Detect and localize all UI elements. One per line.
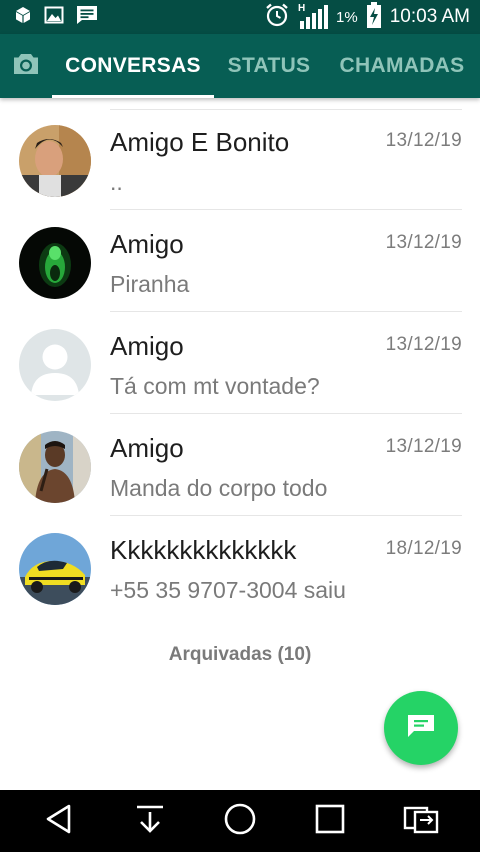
avatar[interactable]: [19, 227, 91, 299]
dual-window-icon: [401, 804, 441, 839]
message-icon: [406, 713, 436, 744]
tab-conversas[interactable]: CONVERSAS: [52, 34, 214, 98]
chat-preview: +55 35 9707-3004 saiu: [110, 577, 346, 603]
chat-date: 13/12/19: [385, 130, 462, 151]
chat-date: 13/12/19: [385, 436, 462, 457]
battery-percent: 1%: [336, 8, 358, 26]
chat-name: Amigo: [110, 331, 184, 361]
chat-row[interactable]: Amigo 13/12/19 Tá com mt vontade?: [0, 312, 480, 414]
chat-row[interactable]: Amigo 13/12/19 Piranha: [0, 210, 480, 312]
new-chat-button[interactable]: [384, 691, 458, 765]
clock-time: 10:03 AM: [389, 6, 470, 27]
chat-name: Amigo: [110, 229, 184, 259]
recent-apps-button[interactable]: [300, 790, 360, 852]
chat-preview: Tá com mt vontade?: [110, 373, 320, 399]
chat-preview: ..: [110, 169, 123, 195]
camera-icon: [12, 52, 40, 81]
chat-name: Amigo E Bonito: [110, 127, 290, 157]
home-circle-icon: [223, 802, 257, 841]
signal-icon: H: [298, 3, 329, 29]
chat-name: Kkkkkkkkkkkkkk: [110, 535, 297, 565]
back-triangle-icon: [43, 803, 75, 840]
battery-charging-icon: [366, 1, 382, 33]
avatar[interactable]: [19, 125, 91, 197]
notification-pull-button[interactable]: [120, 790, 180, 852]
chat-name: Amigo: [110, 433, 184, 463]
gallery-icon: [44, 6, 64, 29]
chat-row[interactable]: Amigo 13/12/19 Manda do corpo todo: [0, 414, 480, 516]
box-icon: [14, 6, 32, 29]
status-bar: H 1% 10:03 AM: [0, 0, 480, 34]
tab-bar: CONVERSAS STATUS CHAMADAS: [0, 34, 480, 98]
default-avatar-icon[interactable]: [19, 329, 91, 401]
chat-date: 13/12/19: [385, 232, 462, 253]
arrow-down-icon: [134, 803, 166, 840]
chat-date: 13/12/19: [385, 334, 462, 355]
home-button[interactable]: [210, 790, 270, 852]
recent-apps-icon: [314, 803, 346, 840]
tab-status[interactable]: STATUS: [214, 34, 324, 98]
chat-list: Amigo E Bonito 13/12/19 .. Amigo 13/12/1…: [0, 108, 480, 618]
chat-preview: Manda do corpo todo: [110, 475, 328, 501]
avatar[interactable]: [19, 431, 91, 503]
dual-window-button[interactable]: [391, 790, 451, 852]
alarm-icon: [264, 2, 290, 33]
message-icon: [76, 5, 98, 30]
camera-tab[interactable]: [0, 34, 52, 98]
avatar[interactable]: [19, 533, 91, 605]
archived-chats-link[interactable]: Arquivadas (10): [0, 644, 480, 666]
navigation-bar: [0, 790, 480, 852]
chat-row[interactable]: Amigo E Bonito 13/12/19 ..: [0, 108, 480, 210]
network-type: H: [298, 3, 306, 14]
tab-chamadas[interactable]: CHAMADAS: [324, 34, 480, 98]
chat-preview: Piranha: [110, 271, 190, 297]
back-button[interactable]: [29, 790, 89, 852]
chat-date: 18/12/19: [385, 538, 462, 559]
chat-row[interactable]: Kkkkkkkkkkkkkk 18/12/19 +55 35 9707-3004…: [0, 516, 480, 618]
